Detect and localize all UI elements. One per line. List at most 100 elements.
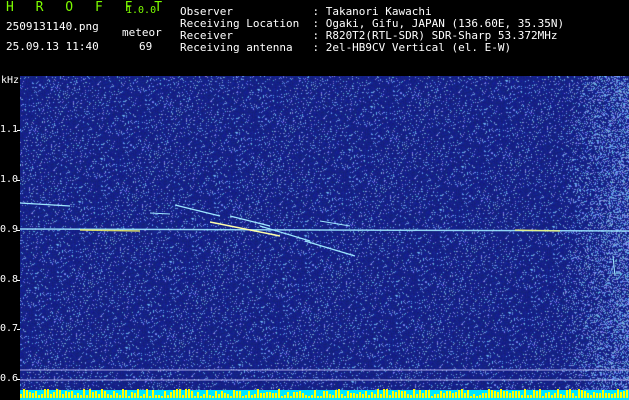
level-bar (365, 391, 367, 398)
level-bar (377, 389, 379, 398)
level-bar (74, 395, 76, 398)
level-bar (38, 395, 40, 398)
level-bar (509, 393, 511, 398)
level-bar (347, 391, 349, 398)
level-bar (491, 390, 493, 398)
level-bar (50, 394, 52, 398)
level-bar (143, 394, 145, 398)
level-bar (338, 389, 340, 398)
level-bar (248, 391, 250, 398)
level-bar (548, 392, 550, 398)
level-bar (317, 396, 319, 398)
header-panel: H R O F F T 1.0.0 2509131140.png 25.09.1… (0, 0, 629, 76)
level-bar (122, 389, 124, 398)
level-bar (311, 395, 313, 398)
level-bar (281, 396, 283, 398)
level-bar (557, 389, 559, 398)
level-bar (458, 390, 460, 398)
level-bar (413, 389, 415, 398)
level-bar (83, 389, 85, 398)
level-bar (329, 394, 331, 398)
level-bar (440, 391, 442, 398)
level-bar (410, 395, 412, 398)
level-bar (182, 395, 184, 398)
level-bar (398, 390, 400, 398)
level-bar (464, 393, 466, 398)
meteor-trace (319, 220, 351, 227)
level-bar (449, 391, 451, 398)
level-bar (497, 392, 499, 398)
file-name: 2509131140.png (6, 20, 99, 33)
level-bar (116, 393, 118, 398)
level-bar (77, 393, 79, 398)
level-bar (236, 391, 238, 398)
meteor-trace (149, 212, 171, 215)
level-bar (437, 394, 439, 398)
level-bar (350, 393, 352, 398)
level-bar (242, 396, 244, 398)
level-bar (101, 389, 103, 398)
meteor-trace (612, 255, 616, 277)
level-bar (80, 395, 82, 398)
level-bar (404, 391, 406, 398)
level-bar (443, 393, 445, 398)
level-bar (401, 391, 403, 398)
level-bar (209, 395, 211, 398)
level-bar (185, 389, 187, 398)
level-bar (56, 389, 58, 398)
level-bar (341, 394, 343, 398)
level-bar (467, 390, 469, 398)
level-bar (434, 394, 436, 398)
meteor-trace (20, 202, 71, 207)
level-bar (161, 396, 163, 398)
level-bar (461, 389, 463, 398)
level-bar (293, 392, 295, 398)
level-bar (107, 394, 109, 398)
level-bar (515, 391, 517, 398)
level-bar (383, 389, 385, 398)
level-bar (323, 391, 325, 398)
capture-datetime: 25.09.13 11:40 (6, 40, 99, 53)
level-bar (518, 391, 520, 398)
level-bar (602, 390, 604, 398)
level-bar (32, 393, 34, 398)
y-tick-0-6: 0.6 (0, 373, 19, 384)
level-bar (257, 389, 259, 398)
level-bar (353, 393, 355, 398)
y-tick-0-7: 0.7 (0, 323, 19, 334)
level-bar (284, 395, 286, 398)
level-bar (503, 391, 505, 398)
level-bar (179, 389, 181, 398)
level-bar (212, 396, 214, 398)
level-bar (302, 393, 304, 398)
level-bar (158, 395, 160, 398)
level-bar (533, 390, 535, 398)
level-bar (389, 395, 391, 398)
level-bar (617, 389, 619, 398)
level-bar (287, 392, 289, 398)
level-bar (335, 390, 337, 398)
level-bar (170, 392, 172, 398)
level-bar (599, 393, 601, 398)
level-bar (23, 389, 25, 398)
level-bar (479, 395, 481, 398)
level-bar (53, 392, 55, 398)
level-bar (362, 394, 364, 398)
level-bar (380, 394, 382, 398)
unit-label: kHz (1, 75, 20, 86)
level-bar (593, 392, 595, 398)
level-bar (530, 395, 532, 398)
y-tick-mark (17, 230, 20, 231)
level-bar (197, 392, 199, 398)
level-bar (149, 396, 151, 398)
level-bar (542, 396, 544, 398)
level-bar (275, 393, 277, 398)
level-bar (521, 395, 523, 398)
level-bar (536, 391, 538, 398)
level-bar (623, 391, 625, 398)
level-bar (326, 391, 328, 398)
level-bar (290, 396, 292, 398)
spectrogram-overlay (20, 202, 629, 400)
level-bar (422, 393, 424, 398)
level-bar (371, 392, 373, 398)
